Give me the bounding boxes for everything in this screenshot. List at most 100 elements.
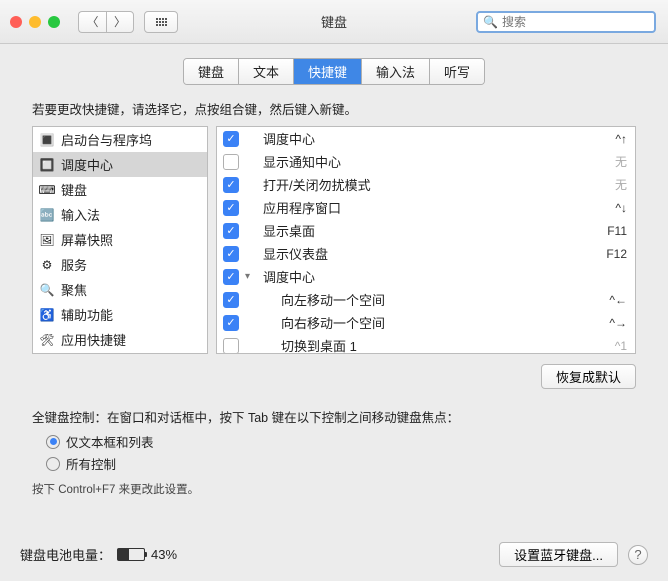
category-label: 服务 <box>61 255 87 274</box>
zoom-window[interactable] <box>48 16 60 28</box>
category-row[interactable]: 🛠 应用快捷键 <box>33 327 207 352</box>
radio-icon <box>46 435 60 449</box>
shortcut-key[interactable]: F12 <box>606 247 627 261</box>
category-icon: 🔍 <box>39 282 55 298</box>
shortcut-key[interactable]: 无 <box>615 153 627 170</box>
shortcut-label: 显示仪表盘 <box>263 244 600 263</box>
shortcut-label: 切换到桌面 1 <box>263 336 609 354</box>
full-keyboard-heading: 全键盘控制：在窗口和对话框中，按下 Tab 键在以下控制之间移动键盘焦点： <box>32 407 636 426</box>
category-label: 应用快捷键 <box>61 330 126 349</box>
category-row[interactable]: 🔤 输入法 <box>33 202 207 227</box>
instruction-text: 若要更改快捷键，请选择它，点按组合键，然后键入新键。 <box>32 99 636 118</box>
category-icon: 🔤 <box>39 207 55 223</box>
shortcuts-list[interactable]: ✓ 调度中心 ^↑ 显示通知中心无 ✓ 打开/关闭勿扰模式无 ✓ 应用程序窗口 ^↓ ✓ 显示桌面 F… <box>216 126 636 354</box>
shortcut-row[interactable]: ✓ 显示仪表盘 F12 <box>217 242 635 265</box>
category-row[interactable]: ⚙ 服务 <box>33 252 207 277</box>
category-list[interactable]: 🔳 启动台与程序坞 🔲 调度中心 ⌨ 键盘 🔤 输入法 🖼 屏幕快照 ⚙ 服务 🔍 聚焦 ♿ 辅助功能 🛠 应用快… <box>32 126 208 354</box>
shortcut-label: 显示桌面 <box>263 221 601 240</box>
category-row[interactable]: 🔲 调度中心 <box>33 152 207 177</box>
tab-0[interactable]: 键盘 <box>184 59 239 84</box>
category-icon: ⚙ <box>39 257 55 273</box>
category-label: 聚焦 <box>61 280 87 299</box>
category-row[interactable]: ⌨ 键盘 <box>33 177 207 202</box>
category-label: 屏幕快照 <box>61 230 113 249</box>
shortcut-key[interactable]: 无 <box>615 176 627 193</box>
shortcut-checkbox[interactable]: ✓ <box>223 223 239 239</box>
search-field[interactable]: 🔍 <box>476 11 656 33</box>
category-icon: 🔲 <box>39 157 55 173</box>
category-label: 辅助功能 <box>61 305 113 324</box>
shortcut-checkbox[interactable] <box>223 338 239 354</box>
category-row[interactable]: ♿ 辅助功能 <box>33 302 207 327</box>
radio-label: 所有控制 <box>66 454 116 473</box>
grid-icon <box>156 18 167 26</box>
disclosure-icon[interactable]: ▾ <box>245 271 257 282</box>
shortcut-row[interactable]: ✓ 向右移动一个空间 ^→ <box>217 311 635 334</box>
bluetooth-keyboard-button[interactable]: 设置蓝牙键盘... <box>499 542 618 567</box>
tab-4[interactable]: 听写 <box>430 59 484 84</box>
show-all-prefs-button[interactable] <box>144 11 178 33</box>
tab-2[interactable]: 快捷键 <box>294 59 362 84</box>
category-icon: 🔳 <box>39 132 55 148</box>
search-icon: 🔍 <box>483 15 498 29</box>
shortcut-checkbox[interactable]: ✓ <box>223 315 239 331</box>
category-icon: 🛠 <box>39 332 55 348</box>
tab-1[interactable]: 文本 <box>239 59 294 84</box>
shortcut-checkbox[interactable]: ✓ <box>223 131 239 147</box>
shortcut-row[interactable]: ✓ 打开/关闭勿扰模式无 <box>217 173 635 196</box>
category-label: 输入法 <box>61 205 100 224</box>
radio-option[interactable]: 所有控制 <box>46 454 636 473</box>
shortcut-checkbox[interactable]: ✓ <box>223 269 239 285</box>
battery-label: 键盘电池电量： <box>20 545 111 564</box>
shortcut-label: 打开/关闭勿扰模式 <box>263 175 609 194</box>
battery-icon <box>117 548 145 561</box>
shortcut-label: 显示通知中心 <box>263 152 609 171</box>
shortcut-key[interactable]: F11 <box>607 224 627 238</box>
category-row[interactable]: 🖼 屏幕快照 <box>33 227 207 252</box>
shortcut-key[interactable]: ^1 <box>615 339 627 353</box>
shortcut-key[interactable]: ^↑ <box>615 132 627 146</box>
shortcut-key[interactable]: ^→ <box>609 316 627 330</box>
shortcut-checkbox[interactable] <box>223 154 239 170</box>
shortcut-row[interactable]: ✓ 显示桌面 F11 <box>217 219 635 242</box>
category-icon: ♿ <box>39 307 55 323</box>
category-row[interactable]: 🔍 聚焦 <box>33 277 207 302</box>
restore-defaults-button[interactable]: 恢复成默认 <box>541 364 636 389</box>
shortcut-label: 应用程序窗口 <box>263 198 609 217</box>
window-title: 键盘 <box>321 12 347 31</box>
tab-3[interactable]: 输入法 <box>362 59 430 84</box>
category-label: 键盘 <box>61 180 87 199</box>
shortcut-key[interactable]: ^↓ <box>615 201 627 215</box>
battery-percent: 43% <box>151 547 177 562</box>
shortcut-checkbox[interactable]: ✓ <box>223 200 239 216</box>
close-window[interactable] <box>10 16 22 28</box>
help-button[interactable]: ? <box>628 545 648 565</box>
shortcut-checkbox[interactable]: ✓ <box>223 177 239 193</box>
minimize-window[interactable] <box>29 16 41 28</box>
category-icon: 🖼 <box>39 232 55 248</box>
shortcut-label: 向右移动一个空间 <box>263 313 603 332</box>
search-input[interactable] <box>502 15 649 29</box>
shortcut-checkbox[interactable]: ✓ <box>223 246 239 262</box>
shortcut-row[interactable]: ✓ 向左移动一个空间 ^← <box>217 288 635 311</box>
keyboard-tip: 按下 Control+F7 来更改此设置。 <box>32 481 636 497</box>
shortcut-label: 调度中心 <box>263 129 609 148</box>
shortcut-row[interactable]: ✓ 调度中心 ^↑ <box>217 127 635 150</box>
shortcut-row[interactable]: 切换到桌面 1 ^1 <box>217 334 635 354</box>
shortcut-label: 调度中心 <box>263 267 621 286</box>
radio-label: 仅文本框和列表 <box>66 432 154 451</box>
shortcut-key[interactable]: ^← <box>609 293 627 307</box>
shortcut-row[interactable]: 显示通知中心无 <box>217 150 635 173</box>
shortcut-label: 向左移动一个空间 <box>263 290 603 309</box>
shortcut-row[interactable]: ✓ 应用程序窗口 ^↓ <box>217 196 635 219</box>
category-row[interactable]: 🔳 启动台与程序坞 <box>33 127 207 152</box>
radio-option[interactable]: 仅文本框和列表 <box>46 432 636 451</box>
back-button[interactable]: 〈 <box>78 11 106 33</box>
category-label: 调度中心 <box>61 155 113 174</box>
category-label: 启动台与程序坞 <box>61 130 152 149</box>
forward-button[interactable]: 〉 <box>106 11 134 33</box>
radio-icon <box>46 457 60 471</box>
shortcut-checkbox[interactable]: ✓ <box>223 292 239 308</box>
category-icon: ⌨ <box>39 182 55 198</box>
shortcut-row[interactable]: ✓ ▾ 调度中心 <box>217 265 635 288</box>
